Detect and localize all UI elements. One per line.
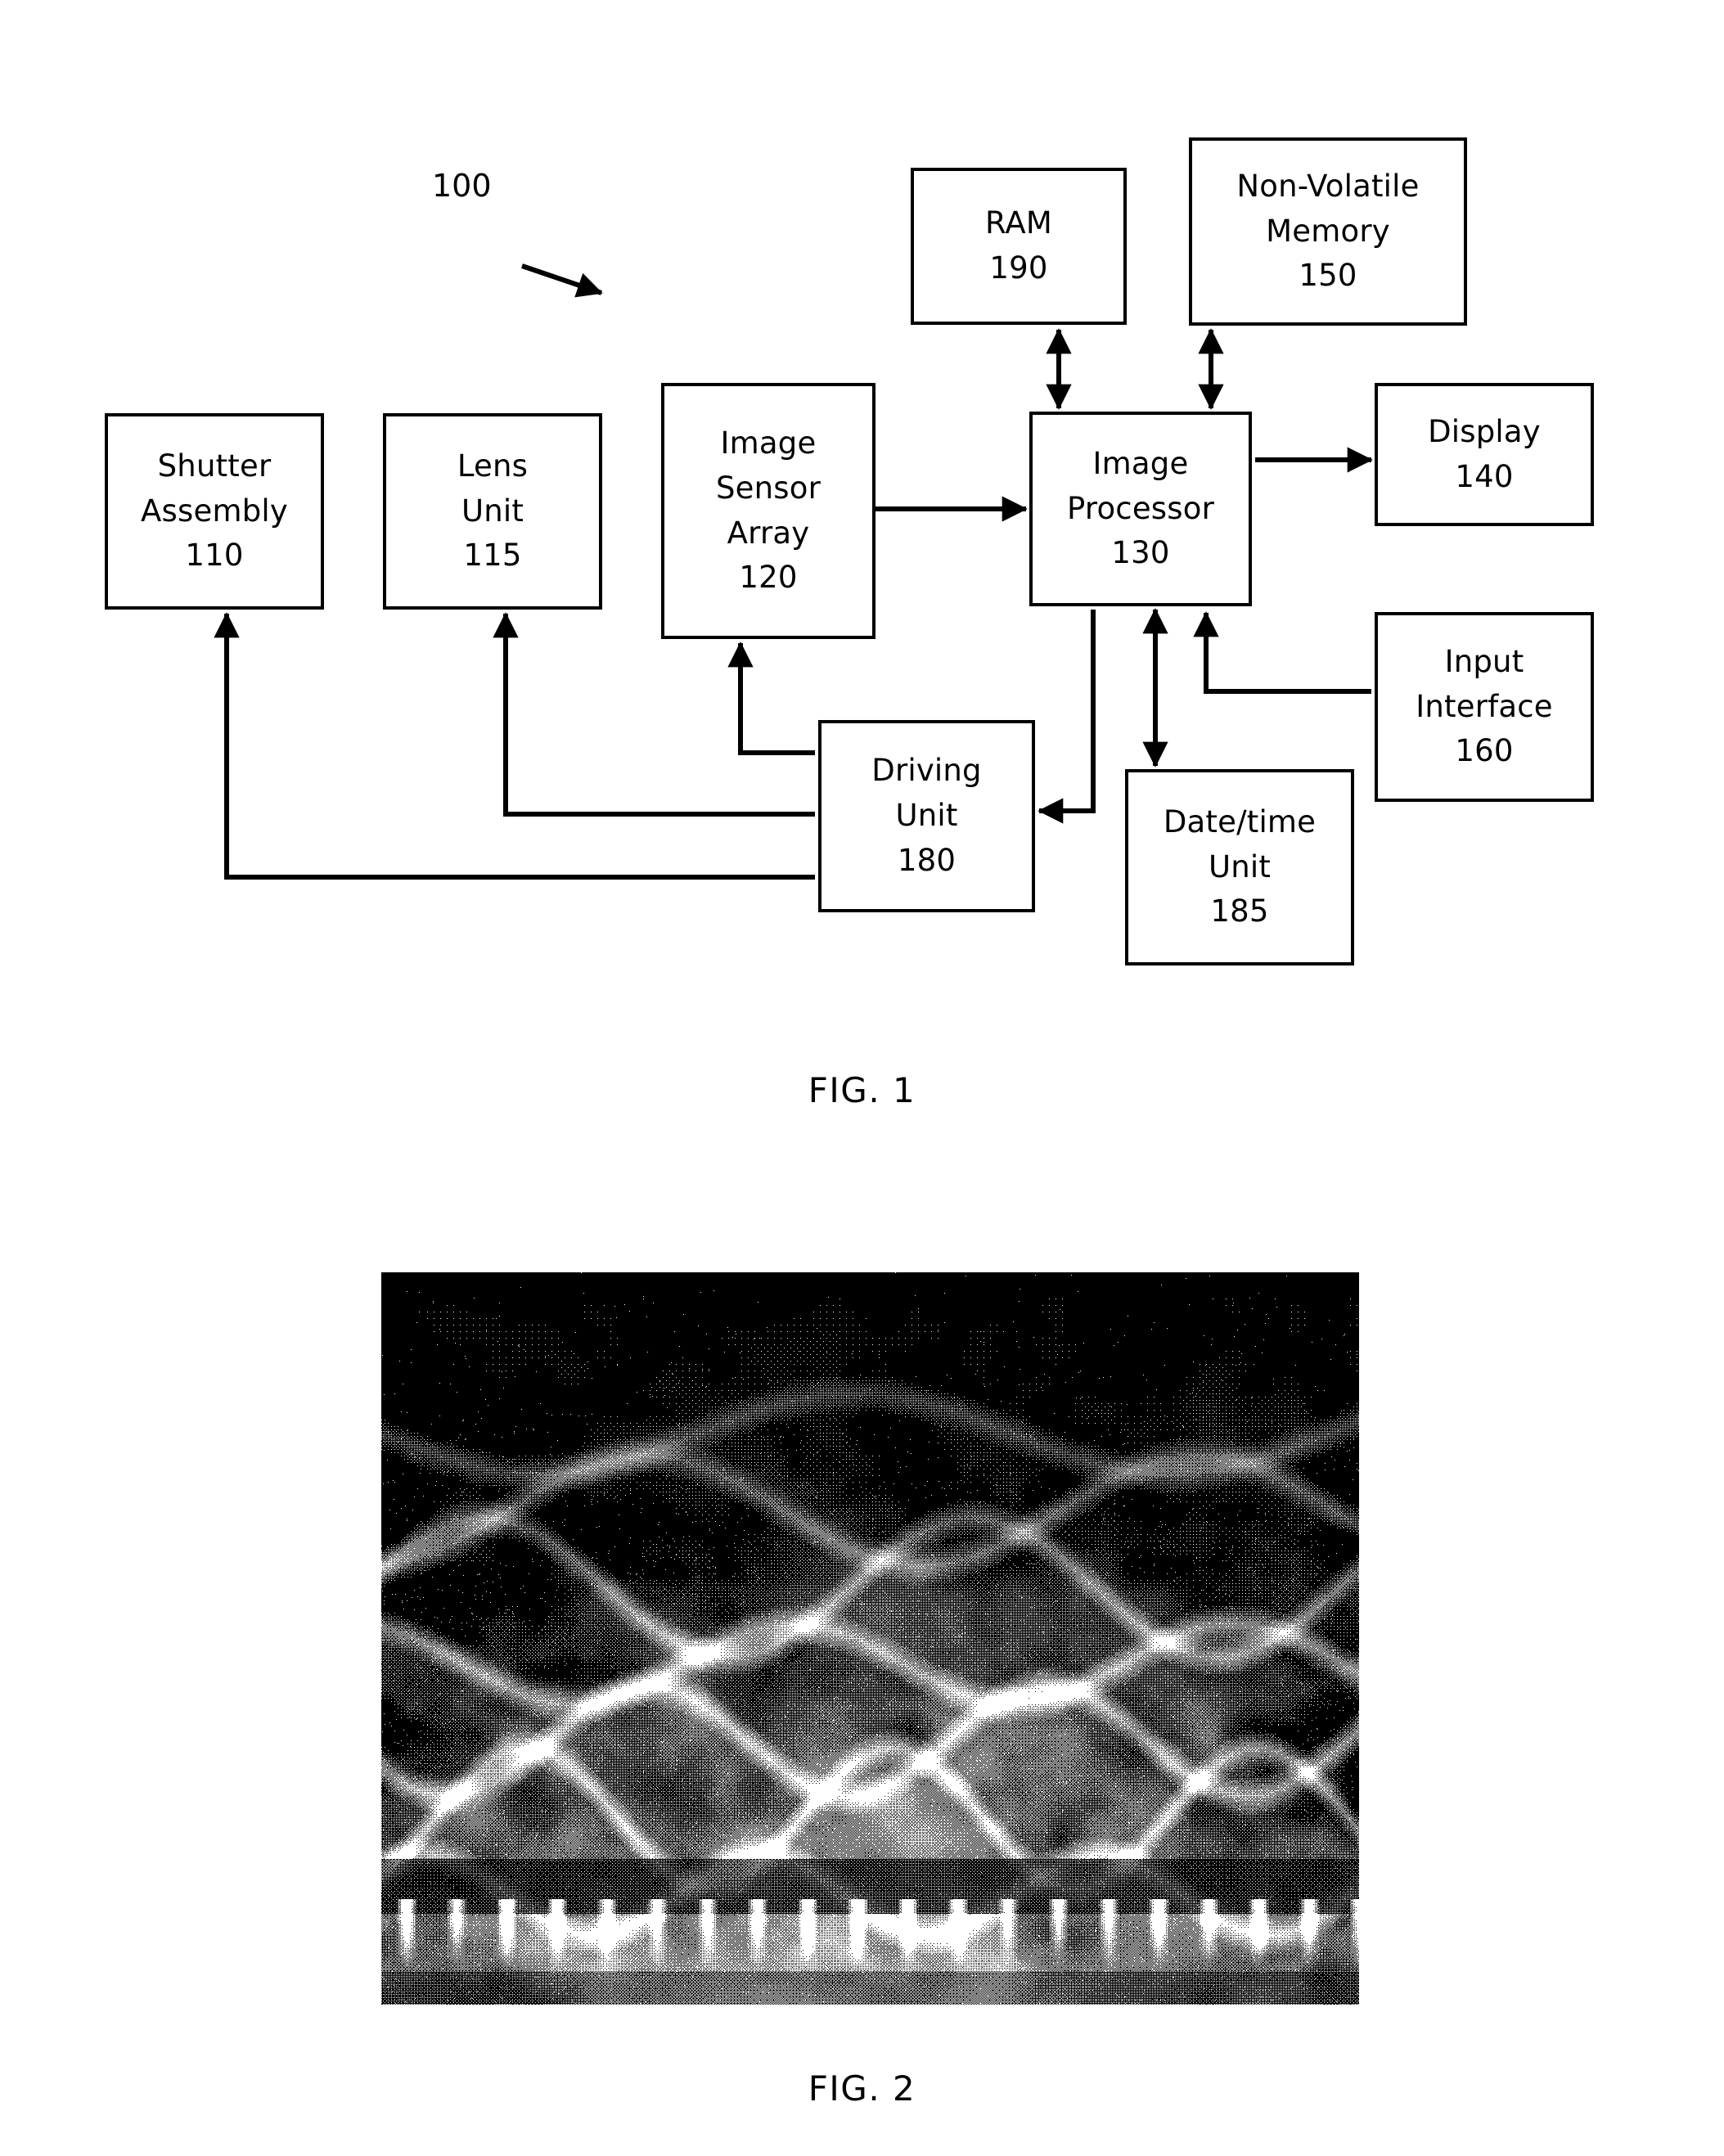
block-shutter-assembly: Shutter Assembly 110 xyxy=(105,413,324,610)
line-datetime-to-driving xyxy=(1038,610,1096,824)
block-line: Sensor xyxy=(715,470,821,506)
block-ref-number: 120 xyxy=(739,560,798,596)
block-line: Driving xyxy=(871,753,982,789)
block-line: Input xyxy=(1444,643,1524,679)
block-line: Date/time xyxy=(1163,803,1317,839)
block-line: Array xyxy=(727,515,810,551)
block-display: Display 140 xyxy=(1375,383,1594,526)
figure-2-caption: FIG. 2 xyxy=(808,2068,916,2109)
block-line: Unit xyxy=(895,798,958,834)
block-line: Unit xyxy=(1208,848,1272,884)
block-ref-number: 110 xyxy=(185,538,244,574)
block-ref-number: 185 xyxy=(1210,893,1269,929)
block-ref-number: 115 xyxy=(463,538,522,574)
block-driving-unit: Driving Unit 180 xyxy=(818,720,1035,912)
block-ref-number: 140 xyxy=(1455,458,1514,494)
block-ref-number: 190 xyxy=(989,250,1048,286)
block-image-processor: Image Processor 130 xyxy=(1029,412,1252,606)
block-line: Assembly xyxy=(141,493,288,529)
system-reference-numeral: 100 xyxy=(432,168,492,204)
night-photo-canvas xyxy=(381,1272,1359,2005)
line-driving-to-sensor xyxy=(727,641,815,755)
block-lens-unit: Lens Unit 115 xyxy=(383,413,602,610)
block-input-interface: Input Interface 160 xyxy=(1375,612,1594,802)
block-line: Non-Volatile xyxy=(1236,168,1420,204)
block-ref-number: 180 xyxy=(897,842,957,878)
block-ref-number: 160 xyxy=(1455,733,1514,769)
block-line: Shutter xyxy=(157,448,272,484)
block-ref-number: 150 xyxy=(1299,258,1357,294)
block-line: Image xyxy=(720,425,817,461)
block-line: Lens xyxy=(457,448,529,484)
figure-1-caption: FIG. 1 xyxy=(808,1070,916,1110)
block-non-volatile-memory: Non-Volatile Memory 150 xyxy=(1189,137,1467,326)
block-datetime-unit: Date/time Unit 185 xyxy=(1125,769,1354,965)
block-line: Interface xyxy=(1416,688,1553,724)
block-ref-number: 130 xyxy=(1111,535,1170,571)
block-line: Unit xyxy=(461,493,524,529)
patent-figure-page: 100 Shutter Assembly 110 Lens Unit 115 I… xyxy=(0,0,1724,2156)
line-driving-to-shutter xyxy=(214,612,815,880)
block-line: Processor xyxy=(1066,490,1214,526)
block-image-sensor-array: Image Sensor Array 120 xyxy=(661,383,876,639)
block-line: Image xyxy=(1092,445,1189,481)
line-driving-to-lens xyxy=(493,612,815,817)
block-ram: RAM 190 xyxy=(911,168,1127,325)
figure-2-photograph xyxy=(381,1272,1359,2005)
block-line: Display xyxy=(1428,413,1541,449)
line-input-to-processor xyxy=(1193,611,1371,694)
system-pointer-arrow xyxy=(521,263,603,298)
block-line: RAM xyxy=(984,205,1053,241)
figure-1: 100 Shutter Assembly 110 Lens Unit 115 I… xyxy=(0,0,1724,1146)
block-line: Memory xyxy=(1266,213,1390,249)
